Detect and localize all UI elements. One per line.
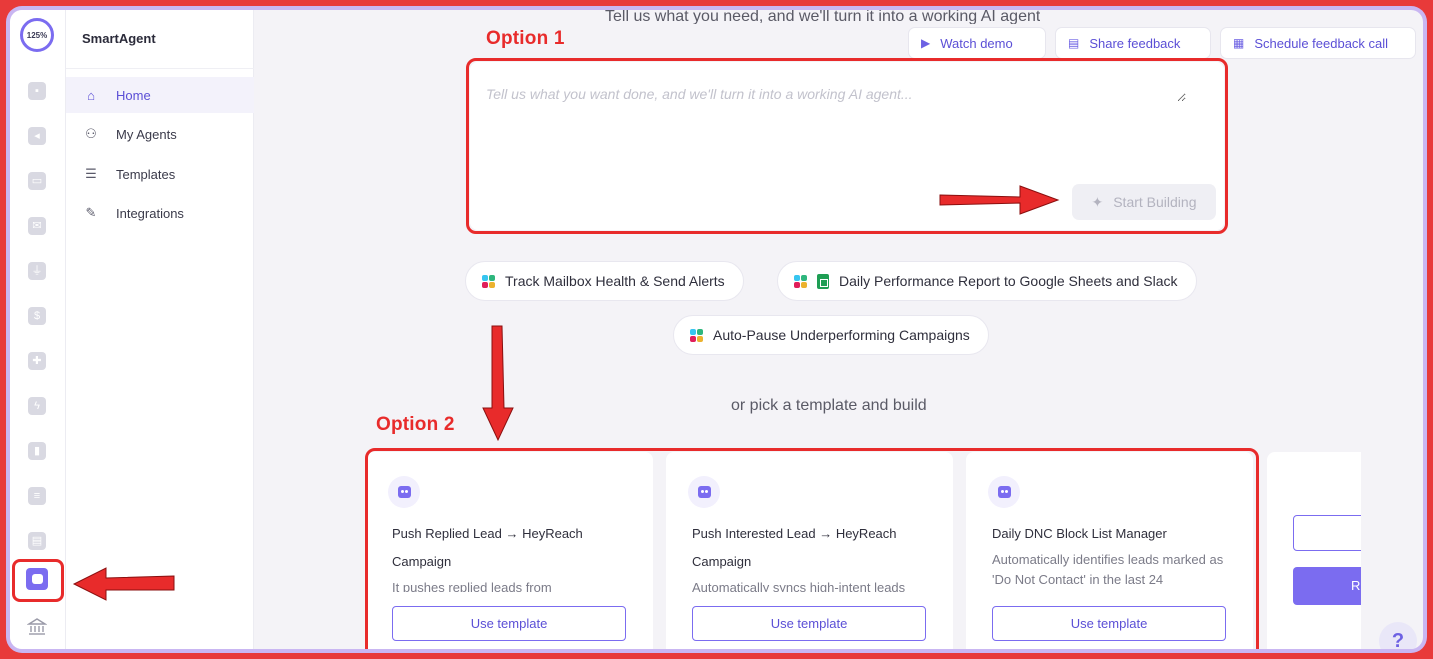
template-icon: ☰ (85, 166, 97, 181)
window-frame: 125% ▪ ◂ ▭ ✉ ⏚ $ ✚ ϟ ▮ ≡ ▤ SmartAgent ⌂ … (6, 6, 1427, 653)
bolt-icon[interactable]: ϟ (28, 397, 46, 415)
mail-icon[interactable]: ✉ (28, 217, 46, 235)
partial-button[interactable]: R (1293, 567, 1361, 605)
megaphone-icon[interactable]: ◂ (28, 127, 46, 145)
bar-chart-icon[interactable]: ▮ (28, 442, 46, 460)
option2-annotation-box (365, 448, 1259, 649)
calendar-icon: ▦ (1233, 36, 1245, 50)
arrow-down-to-templates (482, 325, 514, 442)
layers-icon[interactable]: ≡ (28, 487, 46, 505)
nav-sidebar: SmartAgent ⌂ Home ⚇ My Agents ☰ Template… (66, 10, 254, 649)
plug-icon[interactable]: ⏚ (28, 262, 46, 280)
chip-label: Daily Performance Report to Google Sheet… (839, 273, 1178, 289)
share-feedback-button[interactable]: ▤ Share feedback (1055, 27, 1211, 59)
contacts-icon[interactable]: ▪ (28, 82, 46, 100)
app-window: 125% ▪ ◂ ▭ ✉ ⏚ $ ✚ ϟ ▮ ≡ ▤ SmartAgent ⌂ … (10, 10, 1423, 649)
help-button[interactable]: ? (1379, 622, 1417, 649)
partial-input[interactable] (1293, 515, 1361, 551)
puzzle-icon[interactable]: ✚ (28, 352, 46, 370)
watch-demo-label: Watch demo (940, 35, 1013, 51)
share-feedback-label: Share feedback (1089, 35, 1181, 51)
zoom-badge[interactable]: 125% (20, 18, 54, 52)
dollar-icon[interactable]: $ (28, 307, 46, 325)
brand-name: SmartAgent (82, 31, 156, 46)
agent-icon: ⚇ (85, 126, 97, 141)
chip-label: Auto-Pause Underperforming Campaigns (713, 327, 970, 343)
rail-annotation-box (12, 559, 64, 602)
bank-icon[interactable] (27, 618, 47, 636)
chip-auto-pause[interactable]: Auto-Pause Underperforming Campaigns (673, 315, 989, 355)
nav-item-label: Integrations (116, 205, 184, 221)
nav-item-my-agents[interactable]: ⚇ My Agents (66, 116, 254, 152)
slack-icon (482, 274, 495, 288)
nav-item-label: Home (116, 87, 151, 103)
google-sheets-icon (817, 273, 829, 289)
watch-demo-button[interactable]: ▶ Watch demo (908, 27, 1046, 59)
icon-rail: 125% ▪ ◂ ▭ ✉ ⏚ $ ✚ ϟ ▮ ≡ ▤ (10, 10, 66, 649)
template-card-partial: R (1267, 452, 1361, 649)
inbox-icon[interactable]: ▭ (28, 172, 46, 190)
schedule-call-label: Schedule feedback call (1254, 35, 1389, 51)
chip-daily-report[interactable]: Daily Performance Report to Google Sheet… (777, 261, 1197, 301)
nav-item-templates[interactable]: ☰ Templates (66, 156, 254, 192)
templates-heading: or pick a template and build (731, 397, 927, 414)
table-icon[interactable]: ▤ (28, 532, 46, 550)
nav-item-label: Templates (116, 166, 176, 182)
option1-label: Option 1 (486, 28, 565, 49)
nav-item-integrations[interactable]: ✎ Integrations (66, 195, 254, 231)
schedule-call-button[interactable]: ▦ Schedule feedback call (1220, 27, 1416, 59)
home-icon: ⌂ (87, 87, 95, 103)
slack-icon (794, 274, 807, 288)
nav-item-label: My Agents (116, 126, 177, 142)
nav-divider (66, 68, 254, 69)
option2-label: Option 2 (376, 414, 455, 435)
plug-icon: ✎ (85, 205, 97, 220)
slack-icon (690, 328, 703, 342)
comment-icon: ▤ (1068, 36, 1080, 50)
chip-mailbox-health[interactable]: Track Mailbox Health & Send Alerts (465, 261, 744, 301)
play-icon: ▶ (921, 36, 931, 50)
option1-annotation-box (466, 58, 1228, 234)
nav-item-home[interactable]: ⌂ Home (66, 77, 254, 113)
chip-label: Track Mailbox Health & Send Alerts (505, 273, 725, 289)
page-heading: Tell us what you need, and we'll turn it… (605, 10, 1041, 24)
